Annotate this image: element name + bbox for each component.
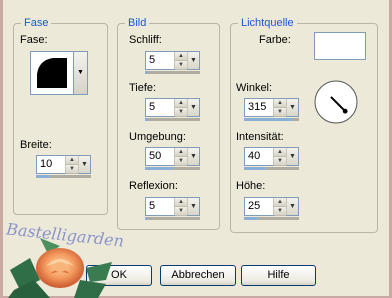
schliff-value[interactable]: 5 <box>146 52 174 69</box>
tiefe-slider[interactable] <box>145 118 200 121</box>
bevel-shape-dropdown[interactable]: ▼ <box>74 51 88 95</box>
intensitaet-spinner[interactable]: 40 ▲ ▼ ▼ <box>244 147 299 166</box>
intensitaet-dropdown-icon[interactable]: ▼ <box>286 148 298 165</box>
breite-dropdown-icon[interactable]: ▼ <box>78 156 90 173</box>
winkel-spinner[interactable]: 315 ▲ ▼ ▼ <box>244 98 299 117</box>
umgebung-value[interactable]: 50 <box>146 148 174 165</box>
reflexion-value[interactable]: 5 <box>146 198 174 215</box>
breite-value[interactable]: 10 <box>37 156 65 173</box>
spin-up-icon[interactable]: ▲ <box>175 148 187 157</box>
hoehe-spinner[interactable]: 25 ▲ ▼ ▼ <box>244 197 299 216</box>
reflexion-slider[interactable] <box>145 217 200 220</box>
breite-slider[interactable] <box>36 175 91 178</box>
reflexion-spinner[interactable]: 5 ▲ ▼ ▼ <box>145 197 200 216</box>
spin-up-icon[interactable]: ▲ <box>175 198 187 207</box>
tiefe-value[interactable]: 5 <box>146 99 174 116</box>
spin-down-icon[interactable]: ▼ <box>274 108 286 117</box>
tiefe-dropdown-icon[interactable]: ▼ <box>187 99 199 116</box>
spin-down-icon[interactable]: ▼ <box>274 157 286 166</box>
bevel-shape-icon <box>37 58 67 88</box>
hoehe-dropdown-icon[interactable]: ▼ <box>286 198 298 215</box>
breite-label: Breite: <box>20 139 52 151</box>
light-color-swatch[interactable] <box>314 32 366 60</box>
spin-down-icon[interactable]: ▼ <box>175 157 187 166</box>
umgebung-dropdown-icon[interactable]: ▼ <box>187 148 199 165</box>
fase-label: Fase: <box>20 34 48 46</box>
farbe-label: Farbe: <box>259 34 291 46</box>
schliff-label: Schliff: <box>129 34 162 46</box>
umgebung-slider[interactable] <box>145 167 200 170</box>
umgebung-spinner[interactable]: 50 ▲ ▼ ▼ <box>145 147 200 166</box>
spin-up-icon[interactable]: ▲ <box>175 52 187 61</box>
spin-up-icon[interactable]: ▲ <box>66 156 78 165</box>
help-button[interactable]: Hilfe <box>241 265 316 286</box>
breite-spinner[interactable]: 10 ▲ ▼ ▼ <box>36 155 91 174</box>
tiefe-spinner[interactable]: 5 ▲ ▼ ▼ <box>145 98 200 117</box>
spin-down-icon[interactable]: ▼ <box>175 61 187 70</box>
intensitaet-label: Intensität: <box>236 131 284 143</box>
winkel-slider[interactable] <box>244 118 299 121</box>
spin-down-icon[interactable]: ▼ <box>66 165 78 174</box>
spin-up-icon[interactable]: ▲ <box>274 198 286 207</box>
winkel-value[interactable]: 315 <box>245 99 273 116</box>
group-fase-title: Fase <box>21 17 52 30</box>
angle-dial-knob <box>342 108 348 114</box>
hoehe-value[interactable]: 25 <box>245 198 273 215</box>
tiefe-label: Tiefe: <box>129 82 157 94</box>
intensitaet-slider[interactable] <box>244 167 299 170</box>
spin-down-icon[interactable]: ▼ <box>175 207 187 216</box>
winkel-dropdown-icon[interactable]: ▼ <box>286 99 298 116</box>
group-bild-title: Bild <box>125 17 150 30</box>
spin-up-icon[interactable]: ▲ <box>274 99 286 108</box>
logo-text: Bastelligarden <box>4 219 125 250</box>
schliff-dropdown-icon[interactable]: ▼ <box>187 52 199 69</box>
reflexion-label: Reflexion: <box>129 180 178 192</box>
hoehe-label: Höhe: <box>236 180 266 192</box>
dropdown-arrow-icon: ▼ <box>77 69 84 76</box>
schliff-slider[interactable] <box>145 71 200 74</box>
umgebung-label: Umgebung: <box>129 131 186 143</box>
spin-down-icon[interactable]: ▼ <box>274 207 286 216</box>
angle-dial-icon[interactable] <box>312 78 360 126</box>
rose-watermark-logo: Bastelligarden <box>4 219 125 298</box>
winkel-label: Winkel: <box>236 82 273 94</box>
reflexion-dropdown-icon[interactable]: ▼ <box>187 198 199 215</box>
hoehe-slider[interactable] <box>244 217 299 220</box>
schliff-spinner[interactable]: 5 ▲ ▼ ▼ <box>145 51 200 70</box>
intensitaet-value[interactable]: 40 <box>245 148 273 165</box>
cancel-button[interactable]: Abbrechen <box>160 265 236 286</box>
bevel-shape-preview[interactable] <box>30 51 74 95</box>
spin-up-icon[interactable]: ▲ <box>274 148 286 157</box>
group-lichtquelle-title: Lichtquelle <box>238 17 297 30</box>
spin-down-icon[interactable]: ▼ <box>175 108 187 117</box>
spin-up-icon[interactable]: ▲ <box>175 99 187 108</box>
